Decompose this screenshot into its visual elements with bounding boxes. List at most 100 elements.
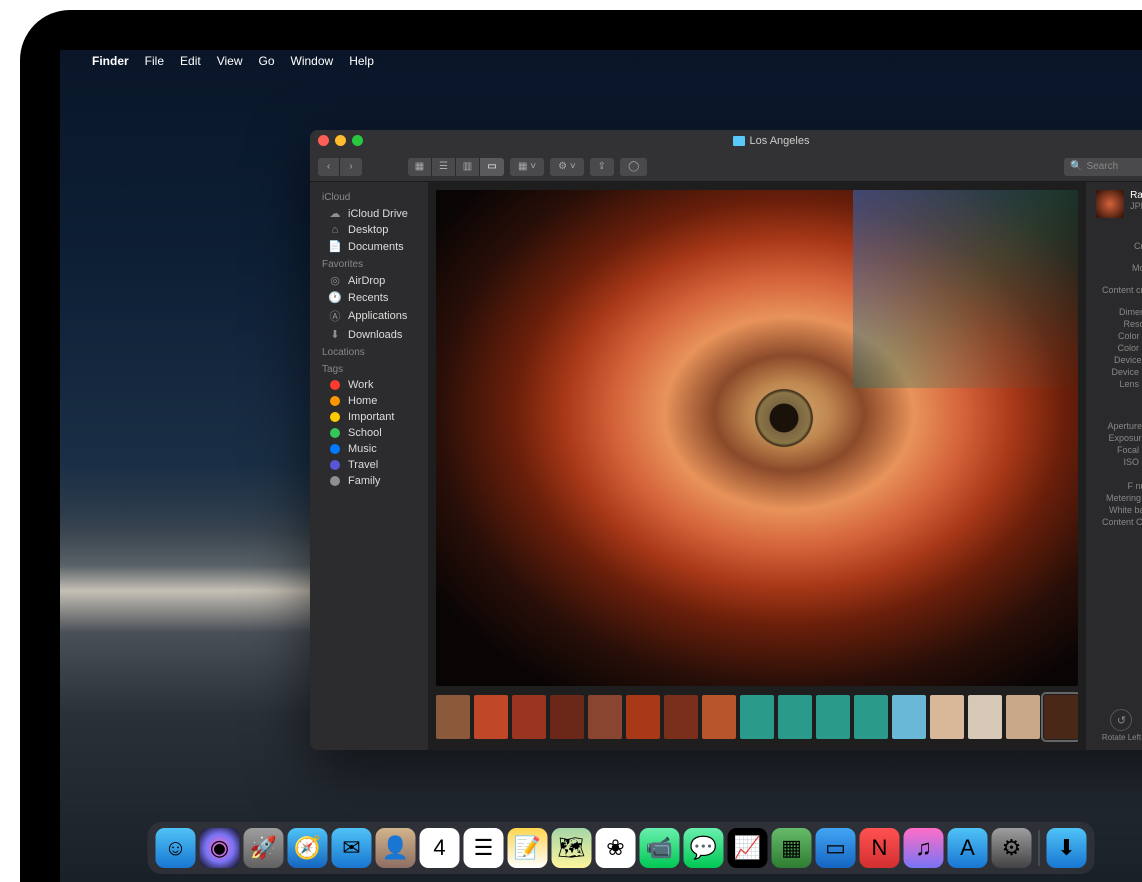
meta-row: ISO speed20 xyxy=(1096,456,1142,468)
view-list-button[interactable]: ☰ xyxy=(432,158,456,176)
meta-label: Tags xyxy=(1096,229,1142,239)
thumbnail[interactable] xyxy=(778,695,812,739)
meta-label: Flash xyxy=(1096,469,1142,479)
close-button[interactable] xyxy=(318,135,329,146)
thumbnail[interactable] xyxy=(436,695,470,739)
dock-contacts[interactable]: 👤 xyxy=(376,828,416,868)
menu-edit[interactable]: Edit xyxy=(180,54,201,68)
dock-separator xyxy=(1039,830,1040,866)
app-menu[interactable]: Finder xyxy=(92,54,129,68)
forward-button[interactable]: › xyxy=(340,158,362,176)
thumbnail[interactable] xyxy=(664,695,698,739)
dock-numbers[interactable]: ▦ xyxy=(772,828,812,868)
meta-label: Dimensions xyxy=(1096,307,1142,317)
dock-notes[interactable]: 📝 xyxy=(508,828,548,868)
sidebar-item-important[interactable]: Important xyxy=(310,409,428,425)
dock-messages[interactable]: 💬 xyxy=(684,828,724,868)
dock-calendar[interactable]: 4 xyxy=(420,828,460,868)
thumbnail[interactable] xyxy=(854,695,888,739)
dock-downloads[interactable]: ⬇ xyxy=(1047,828,1087,868)
menubar: Finder File Edit View Go Window Help xyxy=(60,50,1142,72)
dock-keynote[interactable]: ▭ xyxy=(816,828,856,868)
thumbnail[interactable] xyxy=(968,695,1002,739)
meta-label: Content Creator xyxy=(1096,517,1142,527)
tag-dot-icon xyxy=(328,412,342,422)
inspector-subtitle: JPEG image - 2.6 MB xyxy=(1130,201,1142,211)
dock-preferences[interactable]: ⚙ xyxy=(992,828,1032,868)
dock-mail[interactable]: ✉ xyxy=(332,828,372,868)
sidebar-item-music[interactable]: Music xyxy=(310,441,428,457)
sidebar-item-documents[interactable]: 📄Documents xyxy=(310,238,428,255)
inspector-filename: Rainbow_Eye..JPG xyxy=(1130,190,1142,201)
quick-action-rotate-left[interactable]: ↺Rotate Left xyxy=(1102,709,1141,742)
thumbnail[interactable] xyxy=(1044,695,1078,739)
sidebar-item-label: Recents xyxy=(348,292,388,304)
thumbnail[interactable] xyxy=(1006,695,1040,739)
view-columns-button[interactable]: ▥ xyxy=(456,158,480,176)
group-button[interactable]: ▦ ˅ xyxy=(510,158,544,176)
sidebar-item-work[interactable]: Work xyxy=(310,377,428,393)
menu-window[interactable]: Window xyxy=(291,54,334,68)
sidebar-item-travel[interactable]: Travel xyxy=(310,457,428,473)
menu-help[interactable]: Help xyxy=(349,54,374,68)
dock-launchpad[interactable]: 🚀 xyxy=(244,828,284,868)
dock-maps[interactable]: 🗺 xyxy=(552,828,592,868)
dock-appstore[interactable]: A xyxy=(948,828,988,868)
thumbnail[interactable] xyxy=(892,695,926,739)
sidebar-item-icloud-drive[interactable]: ☁iCloud Drive xyxy=(310,205,428,222)
thumbnail[interactable] xyxy=(512,695,546,739)
maximize-button[interactable] xyxy=(352,135,363,146)
dock-news[interactable]: N xyxy=(860,828,900,868)
minimize-button[interactable] xyxy=(335,135,346,146)
thumbnail[interactable] xyxy=(626,695,660,739)
action-button[interactable]: ⚙ ˅ xyxy=(550,158,584,176)
meta-row: Focal length4 mm xyxy=(1096,444,1142,456)
dock-photos[interactable]: ❀ xyxy=(596,828,636,868)
dock-safari[interactable]: 🧭 xyxy=(288,828,328,868)
tags-button[interactable]: ◯ xyxy=(620,158,647,176)
tag-dot-icon xyxy=(328,476,342,486)
menu-file[interactable]: File xyxy=(145,54,164,68)
sidebar-item-family[interactable]: Family xyxy=(310,473,428,489)
thumbnail[interactable] xyxy=(702,695,736,739)
menu-view[interactable]: View xyxy=(217,54,243,68)
meta-label: Content created xyxy=(1096,285,1142,305)
back-button[interactable]: ‹ xyxy=(318,158,340,176)
sidebar-item-recents[interactable]: 🕐Recents xyxy=(310,289,428,306)
meta-row: Metering modeSpot xyxy=(1096,492,1142,504)
thumbnail[interactable] xyxy=(474,695,508,739)
dock-siri[interactable]: ◉ xyxy=(200,828,240,868)
thumbnail[interactable] xyxy=(588,695,622,739)
thumbnail[interactable] xyxy=(816,695,850,739)
thumbnail[interactable] xyxy=(740,695,774,739)
sidebar-item-home[interactable]: Home xyxy=(310,393,428,409)
sidebar-item-desktop[interactable]: ⌂Desktop xyxy=(310,222,428,238)
view-icons-button[interactable]: ▦ xyxy=(408,158,432,176)
dock-finder[interactable]: ☺ xyxy=(156,828,196,868)
share-button[interactable]: ⇪ xyxy=(590,158,614,176)
dock-itunes[interactable]: ♫ xyxy=(904,828,944,868)
menu-go[interactable]: Go xyxy=(259,54,275,68)
dock-facetime[interactable]: 📹 xyxy=(640,828,680,868)
sidebar-item-applications[interactable]: ⒶApplications xyxy=(310,306,428,326)
sidebar-item-airdrop[interactable]: ◎AirDrop xyxy=(310,272,428,289)
sidebar-item-downloads[interactable]: ⬇Downloads xyxy=(310,326,428,343)
finder-window: Los Angeles ‹ › ▦ ☰ ▥ ▭ ▦ ˅ ⚙ ˅ ⇪ ◯ 🔍 Se… xyxy=(310,130,1142,750)
view-gallery-button[interactable]: ▭ xyxy=(480,158,504,176)
thumbnail[interactable] xyxy=(930,695,964,739)
sidebar-header: Locations xyxy=(310,343,428,360)
content-area xyxy=(428,182,1086,750)
sidebar-item-school[interactable]: School xyxy=(310,425,428,441)
meta-label: ISO speed xyxy=(1096,457,1142,467)
image-preview[interactable] xyxy=(436,190,1078,686)
dock-stocks[interactable]: 📈 xyxy=(728,828,768,868)
sidebar-item-label: Home xyxy=(348,395,377,407)
dock-reminders[interactable]: ☰ xyxy=(464,828,504,868)
window-title: Los Angeles xyxy=(750,135,810,147)
meta-row: Device makeApple xyxy=(1096,354,1142,366)
thumbnail[interactable] xyxy=(550,695,584,739)
meta-label: Modified xyxy=(1096,263,1142,283)
search-field[interactable]: 🔍 Search xyxy=(1064,158,1142,176)
titlebar[interactable]: Los Angeles xyxy=(310,130,1142,152)
sidebar-item-label: Applications xyxy=(348,310,407,322)
